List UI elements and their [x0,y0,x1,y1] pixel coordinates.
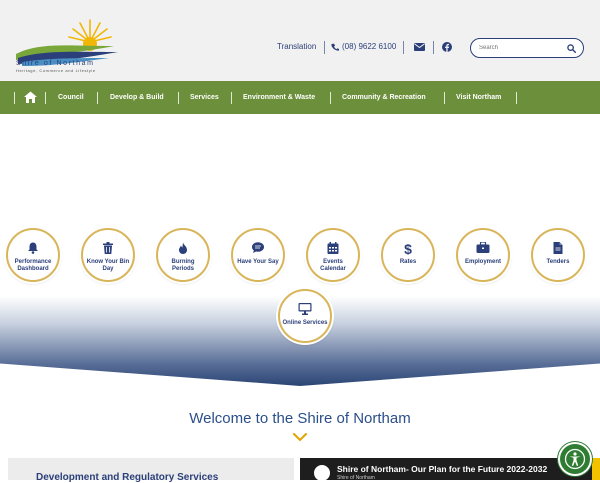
main-nav: Council Develop & Build Services Environ… [0,81,600,114]
search-box[interactable] [470,38,584,58]
nav-divider [444,92,445,104]
home-icon[interactable] [24,91,37,103]
flame-icon [179,242,187,254]
quick-link-events-calendar[interactable]: Events Calendar [306,228,360,282]
dollar-icon: $ [404,242,412,255]
trash-icon [103,242,113,254]
quick-link-performance-dashboard[interactable]: Performance Dashboard [6,228,60,282]
briefcase-icon [476,242,490,253]
phone-link[interactable]: (08) 9622 6100 [331,42,396,51]
quick-link-online-services[interactable]: Online Services [278,289,332,343]
quick-link-label: Tenders [546,259,570,265]
logo-name: Shire of Northam [16,60,95,67]
quick-link-label: Performance Dashboard [14,259,52,272]
search-input[interactable] [479,42,559,54]
feature-card[interactable]: Development and Regulatory Services [8,458,294,483]
logo-tagline: Heritage, Commerce and Lifestyle [16,68,96,73]
quick-link-label: Have Your Say [237,259,279,265]
nav-divider [14,92,15,104]
monitor-icon [298,303,312,315]
video-side-bar [592,458,600,480]
quick-link-rates[interactable]: $ Rates [381,228,435,282]
nav-divider [45,92,46,104]
divider [403,41,404,54]
quick-link-label: Online Services [282,320,328,326]
translation-link[interactable]: Translation [277,42,316,51]
nav-item-community-recreation[interactable]: Community & Recreation [342,94,426,101]
facebook-icon[interactable] [442,42,452,52]
bell-icon [28,242,38,254]
quick-link-burning-periods[interactable]: Burning Periods [156,228,210,282]
quick-link-label: Events Calendar [320,259,346,272]
phone-icon [331,43,339,51]
nav-divider [97,92,98,104]
document-icon [553,242,563,254]
nav-item-develop-build[interactable]: Develop & Build [110,94,164,101]
nav-divider [178,92,179,104]
accessibility-icon [564,448,586,470]
divider [324,41,325,54]
quick-link-bin-day[interactable]: Know Your Bin Day [81,228,135,282]
video-title[interactable]: Shire of Northam- Our Plan for the Futur… [337,464,547,474]
search-icon[interactable] [567,44,576,53]
nav-divider [231,92,232,104]
nav-item-environment-waste[interactable]: Environment & Waste [243,94,315,101]
quick-link-have-your-say[interactable]: Have Your Say [231,228,285,282]
site-header: Shire of Northam Heritage, Commerce and … [0,0,600,81]
quick-link-tenders[interactable]: Tenders [531,228,585,282]
video-channel[interactable]: Shire of Northam [337,475,375,481]
video-embed[interactable]: Shire of Northam- Our Plan for the Futur… [300,458,600,481]
nav-item-council[interactable]: Council [58,94,84,101]
email-icon[interactable] [414,43,425,51]
svg-text:$: $ [404,242,412,255]
welcome-heading: Welcome to the Shire of Northam [189,410,411,427]
divider [433,41,434,54]
speech-bubble-icon [252,242,264,253]
nav-divider [516,92,517,104]
nav-divider [330,92,331,104]
quick-link-label: Rates [399,259,417,265]
calendar-icon [327,242,339,254]
feature-card-title: Development and Regulatory Services [36,472,219,483]
quick-link-label: Burning Periods [171,259,195,272]
accessibility-button[interactable] [560,444,590,474]
quick-link-label: Know Your Bin Day [86,259,130,272]
quick-link-employment[interactable]: Employment [456,228,510,282]
channel-logo [314,465,330,481]
quick-link-label: Employment [464,259,501,265]
phone-number: (08) 9622 6100 [342,42,397,51]
nav-item-visit-northam[interactable]: Visit Northam [456,94,501,101]
chevron-down-icon[interactable] [293,433,307,442]
nav-item-services[interactable]: Services [190,94,219,101]
